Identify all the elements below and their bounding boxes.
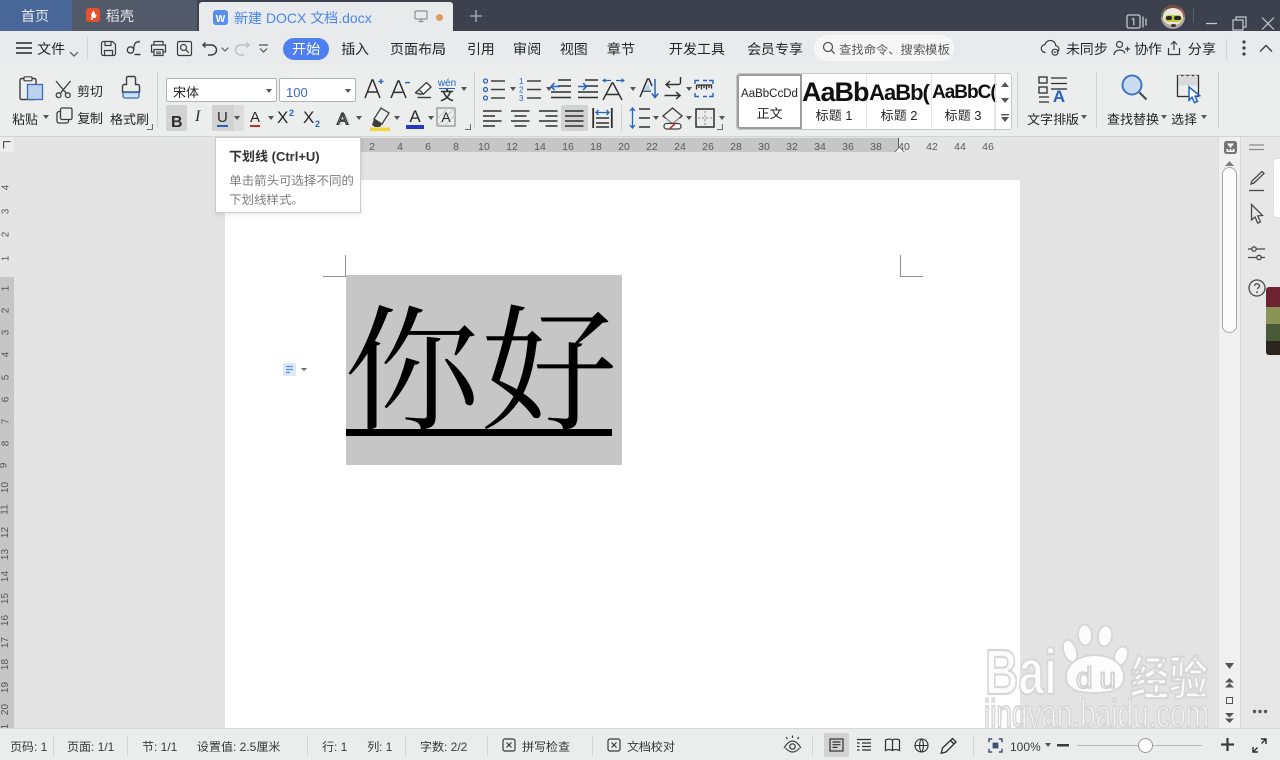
- svg-text:2: 2: [315, 119, 320, 128]
- svg-text:A: A: [409, 107, 421, 126]
- svg-text:A: A: [337, 111, 348, 129]
- svg-text:2: 2: [289, 108, 294, 118]
- svg-text:3: 3: [519, 94, 524, 101]
- svg-text:X: X: [277, 108, 288, 126]
- svg-text:X: X: [303, 108, 314, 127]
- svg-text:A: A: [441, 109, 451, 125]
- svg-text:文: 文: [440, 85, 454, 102]
